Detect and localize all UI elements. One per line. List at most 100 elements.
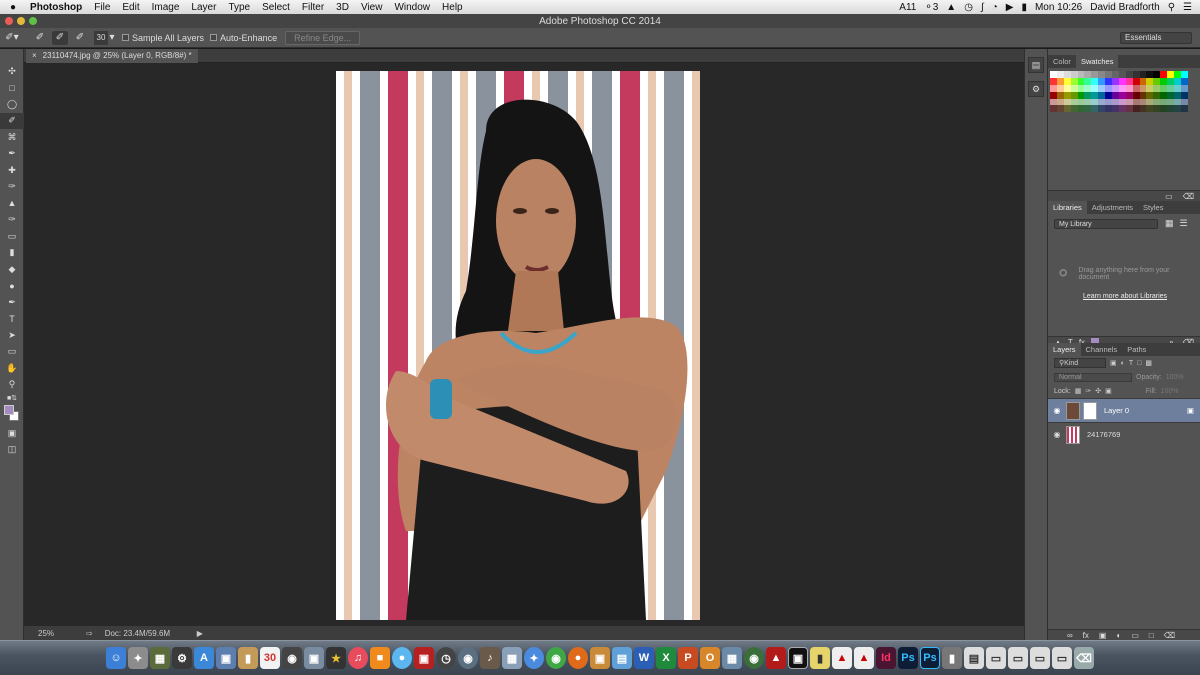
swatch[interactable] [1063, 98, 1071, 106]
network-utility-icon[interactable]: ▦ [722, 647, 742, 669]
swatch[interactable] [1146, 91, 1154, 99]
canvas-area[interactable] [24, 63, 1024, 626]
filter-shape-icon[interactable]: □ [1137, 360, 1141, 367]
lasso-tool-icon[interactable]: ◯ [0, 96, 24, 113]
swatch[interactable] [1167, 84, 1175, 92]
swatch[interactable] [1091, 71, 1099, 78]
swatch[interactable] [1050, 77, 1057, 85]
shape-tool-icon[interactable]: ▭ [0, 344, 24, 361]
dodge-tool-icon[interactable]: ● [0, 278, 24, 295]
swatch[interactable] [1112, 98, 1119, 106]
swatch[interactable] [1112, 71, 1119, 78]
swatch[interactable] [1084, 98, 1092, 106]
swatch[interactable] [1077, 91, 1085, 99]
properties-panel-icon[interactable]: ⚙ [1028, 81, 1044, 97]
swatch[interactable] [1118, 84, 1126, 92]
swatch[interactable] [1056, 84, 1064, 92]
preview-icon[interactable]: ▣ [216, 647, 236, 669]
tab-libraries[interactable]: Libraries [1048, 201, 1087, 214]
brush-tool-icon[interactable]: ✑ [0, 179, 24, 196]
acrobat-icon[interactable]: ▲ [766, 647, 786, 669]
word-icon[interactable]: W [634, 647, 654, 669]
swatch[interactable] [1118, 91, 1126, 99]
swatch[interactable] [1118, 71, 1126, 78]
swatch[interactable] [1091, 105, 1099, 113]
photoshop-icon[interactable]: Ps [898, 647, 918, 669]
swatch[interactable] [1070, 91, 1078, 99]
chrome-icon[interactable]: ◉ [546, 647, 566, 669]
history-brush-tool-icon[interactable]: ✑ [0, 212, 24, 229]
system-preferences-icon[interactable]: ⚙ [172, 647, 192, 669]
menu-edit[interactable]: Edit [116, 2, 145, 13]
tab-layers[interactable]: Layers [1048, 343, 1081, 356]
swatch[interactable] [1146, 98, 1154, 106]
swatch[interactable] [1112, 105, 1119, 113]
swatch[interactable] [1063, 71, 1071, 78]
window-thumbnail-icon[interactable]: ▭ [1030, 647, 1050, 669]
swatch[interactable] [1098, 71, 1106, 78]
swatch[interactable] [1132, 105, 1140, 113]
pdf-icon[interactable]: ▲ [832, 647, 852, 669]
eyedropper-tool-icon[interactable]: ✒ [0, 146, 24, 163]
swatch[interactable] [1091, 91, 1099, 99]
app-icon-dark[interactable]: ▣ [788, 647, 808, 669]
layer-row-24176769[interactable]: ◉ 24176769 [1048, 422, 1200, 446]
swatch[interactable] [1077, 84, 1085, 92]
swatch[interactable] [1180, 84, 1188, 92]
new-group-icon[interactable]: ▭ [1131, 631, 1139, 640]
swatch[interactable] [1139, 71, 1147, 78]
filter-type-icon[interactable]: T [1129, 360, 1133, 367]
trash-icon[interactable]: ⌫ [1074, 647, 1094, 669]
visibility-eye-icon[interactable]: ◉ [1048, 406, 1066, 415]
swatch[interactable] [1063, 91, 1071, 99]
photos-app-icon[interactable]: ▣ [590, 647, 610, 669]
excel-icon[interactable]: X [656, 647, 676, 669]
swatch[interactable] [1146, 77, 1154, 85]
user-name[interactable]: David Bradforth [1090, 2, 1159, 13]
window-thumbnail-icon[interactable]: ▭ [1008, 647, 1028, 669]
tab-adjustments[interactable]: Adjustments [1087, 201, 1138, 214]
swatch[interactable] [1056, 91, 1064, 99]
adobe-illustrator-status-icon[interactable]: A11 [899, 2, 916, 13]
menu-select[interactable]: Select [256, 2, 296, 13]
swatch[interactable] [1125, 91, 1133, 99]
swatch[interactable] [1056, 105, 1064, 113]
battery-icon[interactable]: ▮ [1021, 2, 1027, 13]
library-select[interactable]: My Library [1054, 218, 1158, 229]
swatch[interactable] [1174, 105, 1181, 113]
photo-booth-red-icon[interactable]: ▣ [414, 647, 434, 669]
brush-size-picker[interactable]: 30 [94, 30, 108, 45]
eraser-tool-icon[interactable]: ▭ [0, 228, 24, 245]
upload-icon[interactable]: ▲ [946, 2, 956, 13]
swatch[interactable] [1084, 91, 1092, 99]
swatch[interactable] [1105, 84, 1113, 92]
lock-transparent-icon[interactable]: ▦ [1075, 387, 1082, 395]
list-view-icon[interactable]: ☰ [1180, 218, 1188, 229]
swatch[interactable] [1070, 71, 1078, 78]
filter-smart-object-icon[interactable]: ▩ [1145, 359, 1152, 367]
photos-star-icon[interactable]: ★ [326, 647, 346, 669]
default-colors-icon[interactable]: ■⇅ [0, 393, 24, 403]
indesign-icon[interactable]: Id [876, 647, 896, 669]
swatch[interactable] [1105, 91, 1113, 99]
swatch[interactable] [1056, 71, 1064, 78]
swatch[interactable] [1105, 98, 1113, 106]
swatch[interactable] [1153, 77, 1161, 85]
swatch[interactable] [1153, 84, 1161, 92]
swatch[interactable] [1091, 77, 1099, 85]
stickies-icon[interactable]: ▮ [810, 647, 830, 669]
swatch[interactable] [1153, 71, 1161, 78]
tab-color[interactable]: Color [1048, 55, 1076, 68]
swatch[interactable] [1098, 98, 1106, 106]
swatch[interactable] [1077, 105, 1085, 113]
type-tool-icon[interactable]: T [0, 311, 24, 328]
lock-all-icon[interactable]: ▣ [1105, 387, 1112, 395]
messages-icon[interactable]: ● [392, 647, 412, 669]
swatch[interactable] [1098, 91, 1106, 99]
blend-mode-select[interactable]: Normal [1054, 372, 1132, 382]
tool-preset-picker-icon[interactable]: ✐▾ [4, 31, 20, 45]
opacity-value[interactable]: 100% [1166, 374, 1184, 381]
swatch[interactable] [1112, 91, 1119, 99]
swatch[interactable] [1180, 91, 1188, 99]
swatch[interactable] [1174, 91, 1181, 99]
